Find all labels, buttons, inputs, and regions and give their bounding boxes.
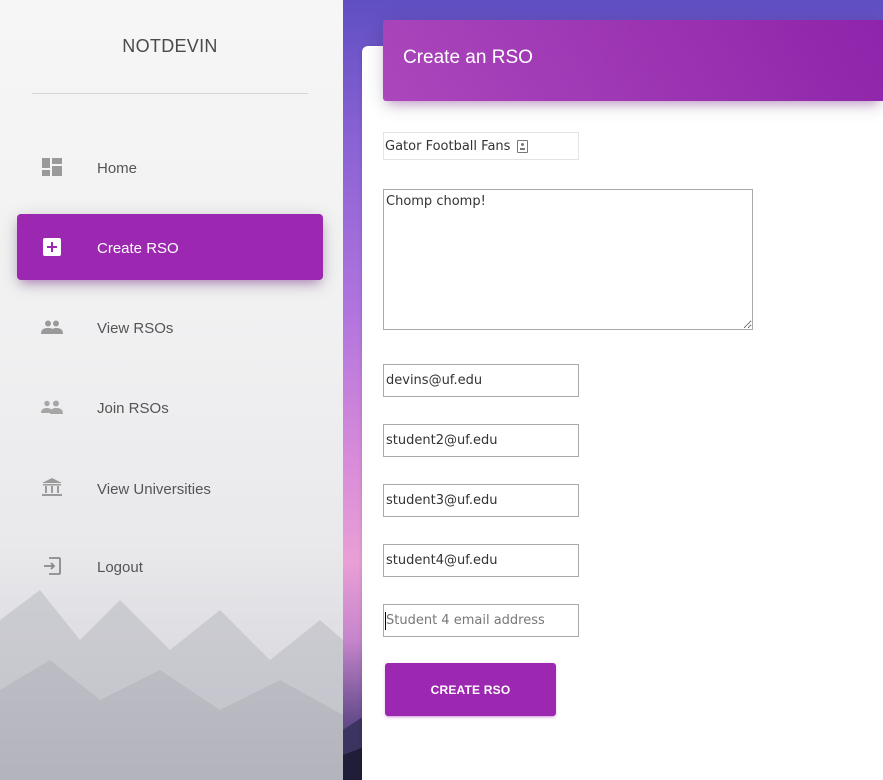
sidebar-item-logout[interactable]: Logout [17, 533, 323, 599]
sidebar-item-view-universities[interactable]: View Universities [17, 455, 323, 521]
text-cursor [385, 612, 386, 630]
rso-description-textarea[interactable]: Chomp chomp! [383, 189, 753, 330]
rso-name-input[interactable]: Gator Football Fans [383, 132, 579, 160]
brand-divider [32, 93, 308, 94]
card-header: Create an RSO [383, 20, 883, 101]
dashboard-icon [41, 156, 63, 178]
member-email-input-2[interactable] [383, 424, 579, 457]
people-icon [41, 316, 63, 338]
card-title: Create an RSO [403, 47, 533, 68]
rso-name-value: Gator Football Fans [385, 138, 511, 154]
sidebar-item-view-rsos[interactable]: View RSOs [17, 294, 323, 360]
sidebar-item-join-rsos[interactable]: Join RSOs [17, 374, 323, 440]
sidebar: NOTDEVIN Home Create RSO View RSOs Join … [0, 0, 343, 780]
sidebar-item-label: Home [97, 159, 138, 177]
sidebar-item-home[interactable]: Home [17, 134, 323, 200]
sidebar-item-label: Join RSOs [97, 399, 169, 417]
logout-icon [41, 555, 63, 577]
institution-icon [41, 477, 63, 499]
sidebar-item-label: Create RSO [97, 239, 179, 257]
sidebar-item-create-rso[interactable]: Create RSO [17, 214, 323, 280]
member-email-input-3[interactable] [383, 484, 579, 517]
member-email-input-4[interactable] [383, 544, 579, 577]
brand-title[interactable]: NOTDEVIN [32, 36, 308, 57]
sidebar-item-label: View Universities [97, 480, 211, 498]
group-add-icon [41, 396, 63, 418]
create-rso-button[interactable]: CREATE RSO [385, 663, 556, 716]
member-email-input-5[interactable] [383, 604, 579, 637]
contact-card-icon[interactable] [517, 139, 529, 153]
sidebar-item-label: Logout [97, 558, 143, 576]
sidebar-item-label: View RSOs [97, 319, 174, 337]
member-email-input-1[interactable] [383, 364, 579, 397]
add-box-icon [41, 236, 63, 258]
